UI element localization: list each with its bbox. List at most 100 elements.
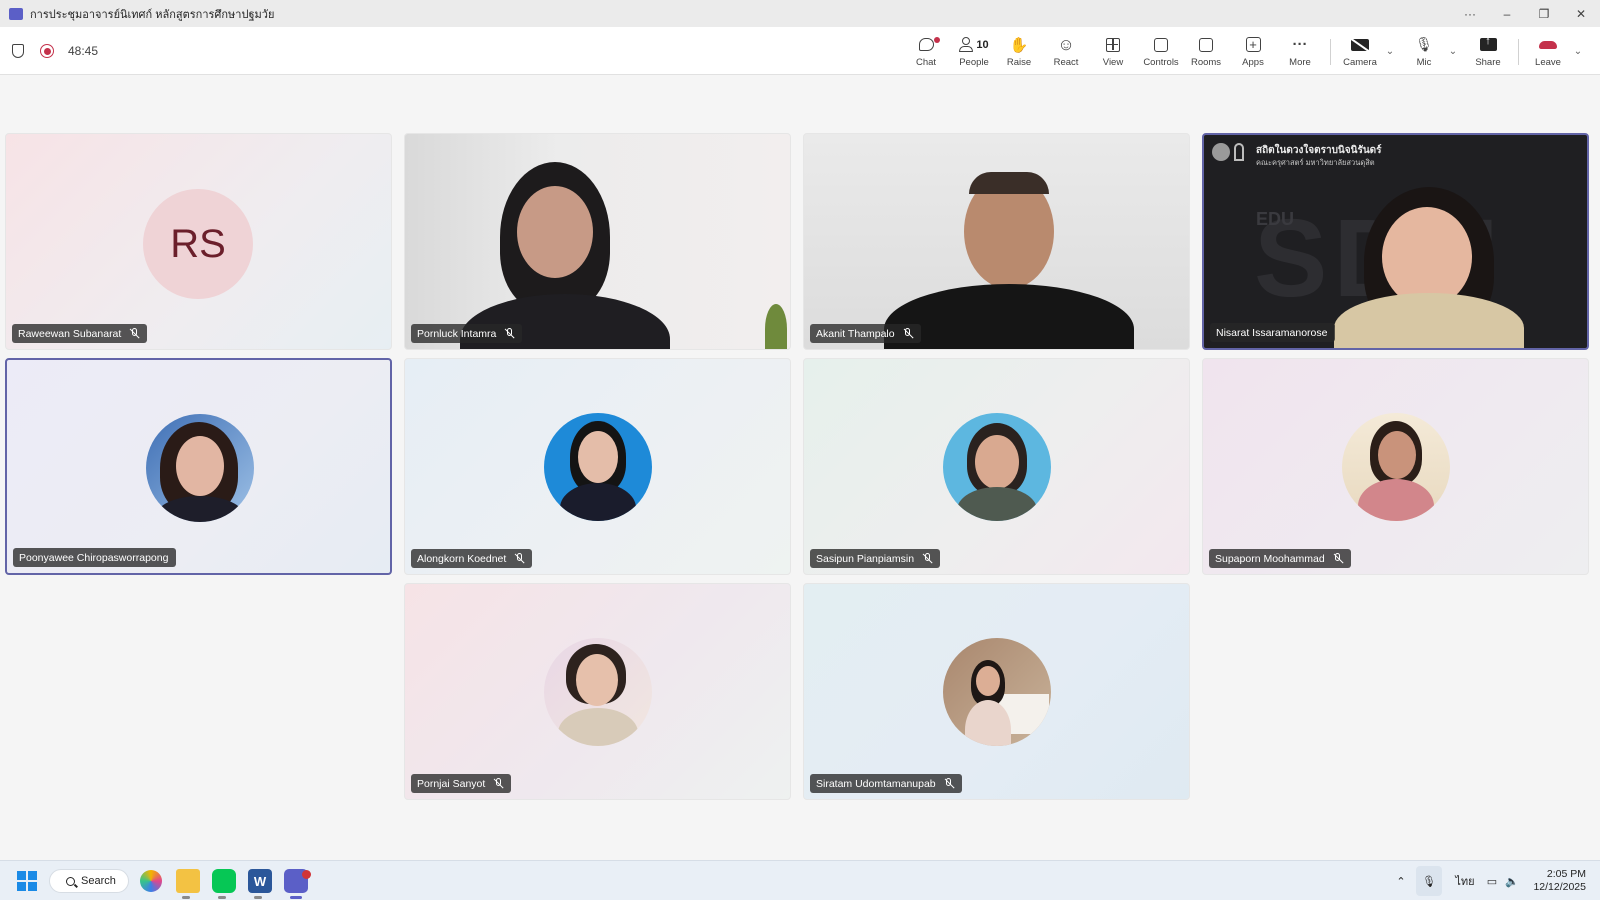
more-button[interactable]: ··· More [1277,27,1323,75]
minimize-button[interactable]: – [1489,0,1525,27]
share-button[interactable]: Share [1465,27,1511,75]
active-app-indicator [290,896,302,899]
participant-video: SDU EDU สถิตในดวงใจตราบนิจนิรันดร์ คณะคร… [1204,135,1587,348]
more-options-icon[interactable]: ··· [1452,0,1488,27]
chat-icon [918,38,934,51]
toolbar-divider [1330,39,1331,65]
avatar [544,638,652,746]
leave-button[interactable]: Leave [1525,27,1571,75]
avatar [1342,413,1450,521]
window-title: การประชุมอาจารย์นิเทศก์ หลักสูตรการศึกษา… [30,8,275,21]
clock-time: 2:05 PM [1546,868,1586,880]
camera-button[interactable]: Camera [1337,27,1383,75]
rooms-button[interactable]: Rooms [1183,27,1229,75]
search-icon [66,876,75,886]
running-app-indicator [254,896,262,899]
windows-start-icon[interactable] [17,871,37,891]
recording-icon [40,44,54,58]
taskbar: Search W ⌃ 🎙 ไทย ▭ 🔈 2:05 PM 12/12/2025 [0,860,1600,900]
teams-icon [9,7,23,20]
avatar [146,414,254,522]
taskbar-search[interactable]: Search [49,869,129,893]
participant-nametag: Nisarat Issaramanorose [1210,323,1336,342]
rooms-icon [1199,37,1213,52]
mic-muted-icon [514,552,524,565]
participant-tile[interactable]: Supaporn Moohammad [1202,358,1589,575]
mic-muted-icon [903,327,913,340]
raise-hand-button[interactable]: ✋ Raise [996,27,1042,75]
react-button[interactable]: ☺ React [1043,27,1089,75]
participant-video-tile[interactable]: SDU EDU สถิตในดวงใจตราบนิจนิรันดร์ คณะคร… [1202,133,1589,350]
participant-nametag: Sasipun Pianpiamsin [810,549,941,568]
participant-nametag: Pornjai Sanyot [411,774,512,793]
mic-off-icon: 🎙 [1415,36,1433,52]
edu-watermark: EDU [1256,209,1295,229]
people-button[interactable]: 10 People [948,27,1000,75]
participant-tile[interactable]: RS Raweewan Subanarat [5,133,392,350]
mic-muted-icon [129,327,139,340]
people-icon [959,37,974,52]
banner-title: สถิตในดวงใจตราบนิจนิรันดร์ [1256,145,1382,156]
running-app-indicator [182,896,190,899]
participant-video-tile[interactable]: Akanit Thampalo [803,133,1190,350]
participant-nametag: Poonyawee Chiropasworrapong [13,548,177,567]
avatar-initials: RS [143,189,253,299]
line-app-icon[interactable] [212,869,236,893]
people-count: 10 [976,38,989,51]
participant-video [405,134,790,349]
tray-overflow-chevron-icon[interactable]: ⌃ [1392,861,1410,900]
avatar [943,638,1051,746]
mic-muted-icon [922,552,932,565]
input-language[interactable]: ไทย [1451,861,1479,900]
avatar [544,413,652,521]
view-button[interactable]: View [1090,27,1136,75]
grid-icon [1106,37,1120,52]
restore-button[interactable]: ❐ [1526,0,1562,27]
mic-muted-tray-icon[interactable]: 🎙 [1416,866,1442,896]
mic-muted-icon [493,777,503,790]
word-icon[interactable]: W [248,869,272,893]
participant-nametag: Alongkorn Koednet [411,549,533,568]
toolbar-divider [1518,39,1519,65]
meeting-timer: 48:45 [68,44,99,58]
apps-button[interactable]: + Apps [1230,27,1276,75]
participant-video [804,134,1189,349]
participant-nametag: Akanit Thampalo [810,324,921,343]
volume-icon[interactable]: 🔈 [1503,861,1521,900]
apps-icon: + [1245,37,1261,52]
hand-icon: ✋ [1009,36,1029,54]
controls-button[interactable]: Controls [1136,27,1186,75]
mic-muted-icon [944,777,954,790]
participant-nametag: Raweewan Subanarat [12,324,148,343]
camera-options-chevron-icon[interactable]: ⌄ [1383,44,1397,58]
mic-options-chevron-icon[interactable]: ⌄ [1446,44,1460,58]
mic-button[interactable]: 🎙 Mic [1401,27,1447,75]
file-explorer-icon[interactable] [176,869,200,893]
chat-button[interactable]: Chat [903,27,949,75]
shield-icon[interactable] [12,44,24,58]
banner-logo [1212,143,1230,161]
network-icon[interactable]: ▭ [1483,861,1501,900]
close-button[interactable]: ✕ [1563,0,1599,27]
leave-options-chevron-icon[interactable]: ⌄ [1571,44,1585,58]
camera-off-icon [1351,38,1369,51]
clock-date: 12/12/2025 [1533,881,1586,893]
chat-unread-dot [933,36,940,43]
participant-tile[interactable]: Pornjai Sanyot [404,583,791,800]
smile-icon: ☺ [1057,34,1075,54]
taskbar-clock[interactable]: 2:05 PM 12/12/2025 [1533,868,1586,894]
participant-tile[interactable]: Siratam Udomtamanupab [803,583,1190,800]
meeting-toolbar: 48:45 Chat 10 People ✋ Raise ☺ React Vie… [0,27,1600,75]
participant-tile[interactable]: Poonyawee Chiropasworrapong [5,358,392,575]
controls-icon [1154,37,1168,52]
mic-muted-icon [1333,552,1343,565]
ribbon-icon [1234,143,1244,161]
phone-hangup-icon [1539,40,1557,49]
participant-nametag: Pornluck Intamra [411,324,523,343]
avatar [943,413,1051,521]
participant-nametag: Siratam Udomtamanupab [810,774,962,793]
copilot-icon[interactable] [140,870,162,892]
participant-tile[interactable]: Alongkorn Koednet [404,358,791,575]
participant-tile[interactable]: Sasipun Pianpiamsin [803,358,1190,575]
participant-video-tile[interactable]: Pornluck Intamra [404,133,791,350]
